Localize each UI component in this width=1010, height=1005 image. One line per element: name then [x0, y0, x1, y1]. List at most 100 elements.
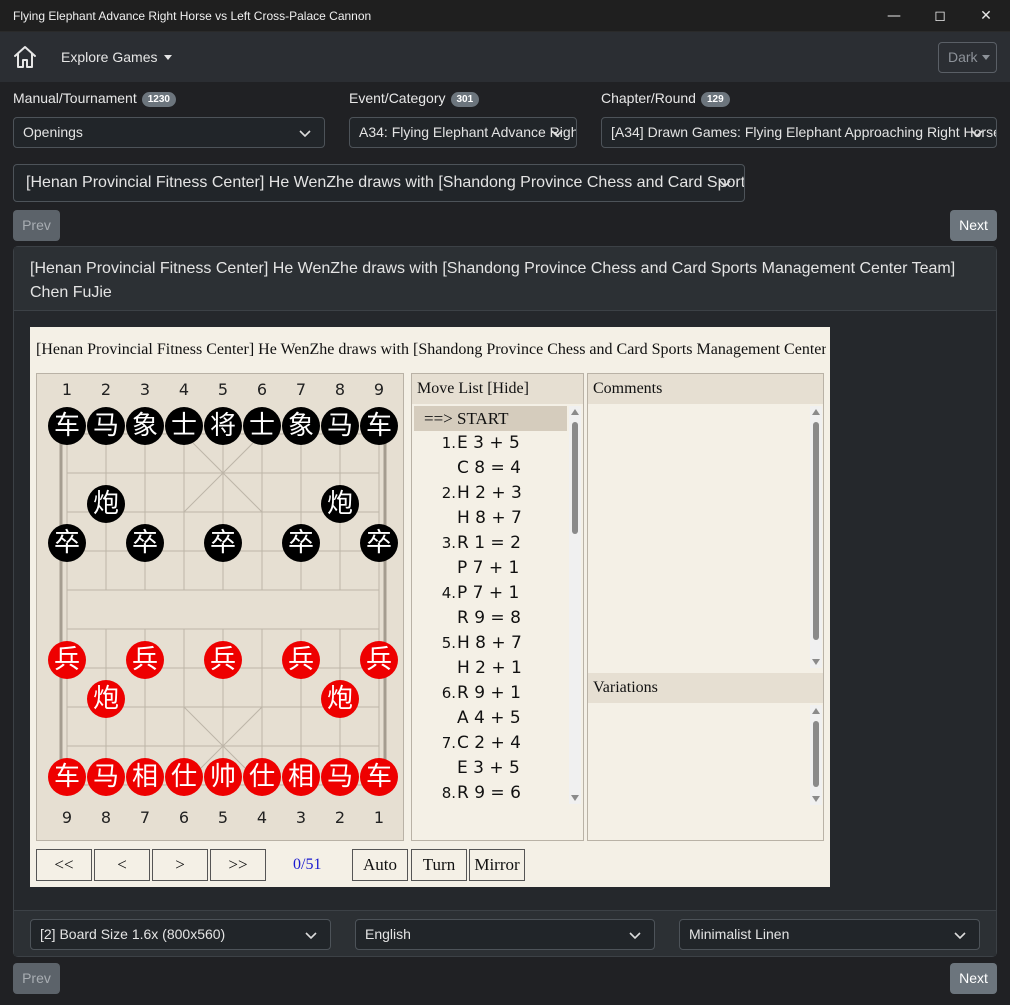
move-counter: 0/51	[293, 856, 322, 873]
black-piece[interactable]: 象	[282, 407, 320, 445]
auto-button[interactable]: Auto	[352, 849, 408, 881]
language-select[interactable]: English	[355, 919, 655, 950]
red-piece[interactable]: 帅	[204, 758, 242, 796]
scroll-thumb[interactable]	[813, 422, 819, 640]
red-piece[interactable]: 车	[48, 758, 86, 796]
xiangqi-viewer: [Henan Provincial Fitness Center] He Wen…	[30, 327, 830, 887]
red-piece[interactable]: 兵	[126, 641, 164, 679]
scroll-up-icon[interactable]	[571, 409, 579, 415]
scroll-up-icon[interactable]	[812, 708, 820, 714]
home-icon[interactable]	[12, 44, 38, 70]
move-item[interactable]: 5. H 8 + 7	[414, 631, 567, 656]
prev-move-button[interactable]: <	[94, 849, 150, 881]
move-item[interactable]: 4. P 7 + 1	[414, 581, 567, 606]
board-size-select[interactable]: [2] Board Size 1.6x (800x560)	[30, 919, 331, 950]
black-piece[interactable]: 马	[87, 407, 125, 445]
move-list-scrollbar[interactable]	[569, 406, 581, 804]
last-move-button[interactable]: >>	[210, 849, 266, 881]
theme-dropdown-button[interactable]: Dark	[938, 42, 997, 73]
xiangqi-board[interactable]: 123456789 987654321 车马象士将士象马车炮炮卒卒卒卒卒兵兵兵兵…	[36, 373, 404, 841]
black-piece[interactable]: 将	[204, 407, 242, 445]
move-item[interactable]: A 4 + 5	[414, 706, 567, 731]
black-piece[interactable]: 卒	[204, 524, 242, 562]
black-piece[interactable]: 马	[321, 407, 359, 445]
red-piece[interactable]: 炮	[87, 680, 125, 718]
black-piece[interactable]: 士	[165, 407, 203, 445]
black-piece[interactable]: 象	[126, 407, 164, 445]
scroll-down-icon[interactable]	[812, 659, 820, 665]
black-piece[interactable]: 炮	[321, 485, 359, 523]
black-piece[interactable]: 车	[360, 407, 398, 445]
prev-button[interactable]: Prev	[13, 210, 60, 241]
black-piece[interactable]: 士	[243, 407, 281, 445]
chevron-down-icon	[629, 932, 641, 940]
prev-button-bottom[interactable]: Prev	[13, 963, 60, 994]
close-icon[interactable]: ✕	[963, 0, 1009, 32]
next-button[interactable]: Next	[950, 210, 997, 241]
maximize-icon[interactable]: ◻	[917, 0, 963, 32]
variations-scrollbar[interactable]	[810, 705, 822, 805]
chevron-down-icon	[299, 130, 311, 138]
black-piece[interactable]: 卒	[360, 524, 398, 562]
explore-games-menu[interactable]: Explore Games	[61, 49, 173, 65]
next-button-bottom[interactable]: Next	[950, 963, 997, 994]
column-number: 1	[61, 380, 73, 399]
move-item[interactable]: H 2 + 1	[414, 656, 567, 681]
move-item[interactable]: 2. H 2 + 3	[414, 481, 567, 506]
red-piece[interactable]: 兵	[282, 641, 320, 679]
move-item[interactable]: 8. R 9 = 6	[414, 781, 567, 806]
event-select[interactable]: A34: Flying Elephant Advance Right Horse…	[349, 117, 577, 148]
next-move-button[interactable]: >	[152, 849, 208, 881]
red-piece[interactable]: 兵	[360, 641, 398, 679]
scroll-down-icon[interactable]	[571, 795, 579, 801]
scroll-thumb[interactable]	[813, 721, 819, 787]
red-piece[interactable]: 仕	[243, 758, 281, 796]
column-number: 8	[100, 808, 112, 827]
move-list-toggle[interactable]: Move List [Hide]	[412, 374, 583, 404]
board-theme-select[interactable]: Minimalist Linen	[679, 919, 980, 950]
move-text: H 2 + 1	[457, 658, 522, 678]
column-number: 2	[100, 380, 112, 399]
move-item[interactable]: R 9 = 8	[414, 606, 567, 631]
game-select[interactable]: [Henan Provincial Fitness Center] He Wen…	[13, 164, 745, 202]
move-item[interactable]: 7. C 2 + 4	[414, 731, 567, 756]
red-piece[interactable]: 马	[321, 758, 359, 796]
turn-button[interactable]: Turn	[411, 849, 467, 881]
move-start[interactable]: ==> START	[414, 406, 567, 431]
move-item[interactable]: H 8 + 7	[414, 506, 567, 531]
chapter-select[interactable]: [A34] Drawn Games: Flying Elephant Appro…	[601, 117, 997, 148]
move-text: R 9 = 6	[457, 783, 521, 803]
minimize-icon[interactable]: —	[871, 0, 917, 32]
move-item[interactable]: P 7 + 1	[414, 556, 567, 581]
red-piece[interactable]: 炮	[321, 680, 359, 718]
red-piece[interactable]: 相	[282, 758, 320, 796]
move-number: 3.	[441, 534, 456, 552]
move-number: 5.	[441, 634, 456, 652]
black-piece[interactable]: 炮	[87, 485, 125, 523]
red-piece[interactable]: 兵	[48, 641, 86, 679]
comments-scrollbar[interactable]	[810, 406, 822, 668]
scroll-thumb[interactable]	[572, 422, 578, 534]
move-item[interactable]: 1. E 3 + 5	[414, 431, 567, 456]
column-number: 4	[178, 380, 190, 399]
move-text: A 4 + 5	[457, 708, 521, 728]
black-piece[interactable]: 卒	[48, 524, 86, 562]
move-item[interactable]: C 8 = 4	[414, 456, 567, 481]
red-piece[interactable]: 车	[360, 758, 398, 796]
scroll-up-icon[interactable]	[812, 409, 820, 415]
first-move-button[interactable]: <<	[36, 849, 92, 881]
manual-select[interactable]: Openings	[13, 117, 325, 148]
red-piece[interactable]: 相	[126, 758, 164, 796]
red-piece[interactable]: 兵	[204, 641, 242, 679]
scroll-down-icon[interactable]	[812, 796, 820, 802]
red-piece[interactable]: 马	[87, 758, 125, 796]
red-piece[interactable]: 仕	[165, 758, 203, 796]
black-piece[interactable]: 卒	[126, 524, 164, 562]
black-piece[interactable]: 卒	[282, 524, 320, 562]
mirror-button[interactable]: Mirror	[469, 849, 525, 881]
move-item[interactable]: 3. R 1 = 2	[414, 531, 567, 556]
move-item[interactable]: E 3 + 5	[414, 756, 567, 781]
caret-down-icon	[981, 55, 990, 60]
black-piece[interactable]: 车	[48, 407, 86, 445]
move-item[interactable]: 6. R 9 + 1	[414, 681, 567, 706]
